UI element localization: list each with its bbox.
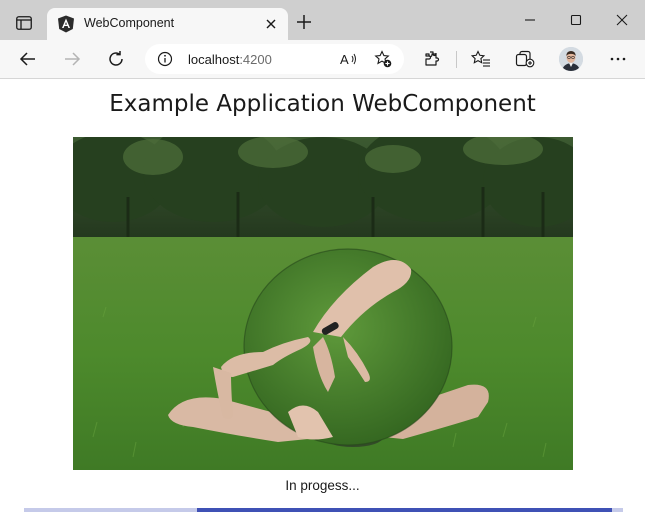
url-host: localhost (188, 52, 240, 67)
minimize-icon (525, 19, 535, 21)
forward-icon (65, 52, 81, 66)
read-aloud-icon[interactable]: A (340, 51, 358, 67)
extensions-icon (425, 51, 440, 66)
add-favorite-icon[interactable] (374, 50, 392, 68)
tab-title: WebComponent (84, 16, 175, 30)
profile-photo (559, 47, 583, 71)
address-bar[interactable]: localhost:4200 A (145, 44, 404, 74)
refresh-button[interactable] (104, 48, 128, 70)
page-title: Example Application WebComponent (109, 91, 536, 117)
favorites-icon (471, 50, 490, 67)
progress-bar-fill (197, 508, 612, 512)
forward-button[interactable] (60, 48, 84, 70)
refresh-icon (109, 51, 123, 66)
window-close-button[interactable] (610, 10, 634, 30)
collections-button[interactable] (513, 48, 537, 70)
back-button[interactable] (16, 48, 40, 70)
minimize-button[interactable] (518, 10, 542, 30)
plus-icon[interactable] (294, 12, 314, 32)
maximize-button[interactable] (564, 10, 588, 30)
angular-favicon (58, 15, 74, 33)
maximize-icon (570, 14, 582, 26)
tab-actions-icon (16, 16, 32, 30)
profile-avatar[interactable] (559, 47, 583, 71)
browser-title-bar: WebComponent (0, 0, 645, 40)
tab-actions-button[interactable] (9, 10, 39, 36)
grass-mirror-photo (73, 137, 573, 470)
svg-text:A: A (340, 52, 349, 67)
close-icon[interactable] (264, 17, 278, 31)
extensions-button[interactable] (420, 48, 444, 70)
more-button[interactable] (606, 48, 630, 70)
address-url[interactable]: localhost:4200 (188, 52, 272, 67)
browser-toolbar: localhost:4200 A (0, 40, 645, 79)
browser-tab[interactable]: WebComponent (47, 8, 288, 40)
toolbar-separator (456, 51, 457, 68)
favorites-button[interactable] (469, 48, 493, 70)
progress-status: In progess... (285, 478, 360, 493)
hero-photo (73, 137, 573, 470)
collections-icon (515, 50, 535, 68)
back-icon (19, 52, 35, 66)
info-icon[interactable] (157, 51, 173, 67)
window-close-icon (616, 14, 628, 26)
url-port: :4200 (239, 52, 272, 67)
more-icon (610, 57, 626, 61)
